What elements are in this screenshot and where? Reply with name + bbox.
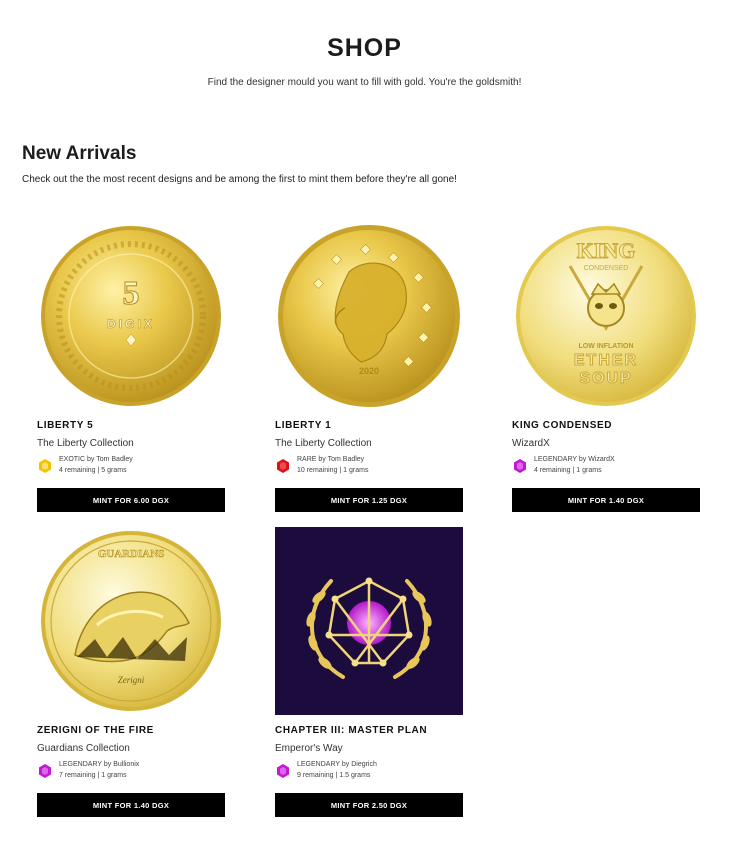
product-card-liberty-5: 5 DIGIX LIBERTY 5 The Liberty Collection… <box>37 222 225 512</box>
product-name[interactable]: KING CONDENSED <box>512 420 612 431</box>
hexagon-red-icon <box>277 459 289 473</box>
svg-text:2020: 2020 <box>359 366 379 376</box>
chapter-iii-image[interactable] <box>275 527 463 715</box>
product-rarity: LEGENDARY by Bullionix <box>59 761 140 768</box>
product-collection[interactable]: Guardians Collection <box>37 743 130 754</box>
product-collection[interactable]: The Liberty Collection <box>37 438 134 449</box>
svg-text:LOW INFLATION: LOW INFLATION <box>578 343 633 350</box>
product-rarity: LEGENDARY by Diegrich <box>297 761 377 768</box>
page-title: SHOP <box>327 34 402 62</box>
mint-button[interactable]: MINT FOR 6.00 DGX <box>37 488 225 512</box>
product-collection[interactable]: Emperor's Way <box>275 743 343 754</box>
product-meta: 9 remaining | 1.5 grams <box>297 772 371 779</box>
liberty-1-coin-image[interactable]: 2020 <box>275 222 463 410</box>
product-name[interactable]: LIBERTY 5 <box>37 420 93 431</box>
product-meta: 4 remaining | 1 grams <box>534 467 602 474</box>
product-name[interactable]: LIBERTY 1 <box>275 420 331 431</box>
hexagon-purple-icon <box>277 764 289 778</box>
product-rarity: EXOTIC by Tom Badley <box>59 456 133 463</box>
section-title: New Arrivals <box>22 143 137 164</box>
product-name[interactable]: ZERIGNI OF THE FIRE <box>37 725 154 736</box>
product-meta: 4 remaining | 5 grams <box>59 467 127 474</box>
svg-text:CONDENSED: CONDENSED <box>584 265 629 272</box>
product-card-zerigni-of-the-fire: GUARDIANS Zerigni ZERIGNI OF THE FIRE Gu… <box>37 527 225 817</box>
product-meta: 7 remaining | 1 grams <box>59 772 127 779</box>
svg-text:Zerigni: Zerigni <box>118 675 145 685</box>
svg-text:5: 5 <box>123 275 140 312</box>
hexagon-yellow-icon <box>39 459 51 473</box>
page-subtitle: Find the designer mould you want to fill… <box>207 77 522 88</box>
mint-button[interactable]: MINT FOR 1.40 DGX <box>512 488 700 512</box>
svg-text:SOUP: SOUP <box>579 370 632 387</box>
mint-button[interactable]: MINT FOR 1.25 DGX <box>275 488 463 512</box>
product-meta: 10 remaining | 1 grams <box>297 467 369 474</box>
mint-button[interactable]: MINT FOR 1.40 DGX <box>37 793 225 817</box>
product-rarity: LEGENDARY by WizardX <box>534 456 615 463</box>
product-card-king-condensed: KING CONDENSED LOW INFLATION ETHER SOUP … <box>512 222 700 512</box>
svg-text:ETHER: ETHER <box>574 352 638 369</box>
svg-text:GUARDIANS: GUARDIANS <box>98 548 165 560</box>
king-condensed-coin-image[interactable]: KING CONDENSED LOW INFLATION ETHER SOUP <box>512 222 700 410</box>
mint-button[interactable]: MINT FOR 2.50 DGX <box>275 793 463 817</box>
hexagon-purple-icon <box>514 459 526 473</box>
product-card-liberty-1: 2020 LIBERTY 1 The Liberty Collection RA… <box>275 222 463 512</box>
liberty-5-coin-image[interactable]: 5 DIGIX <box>37 222 225 410</box>
zerigni-coin-image[interactable]: GUARDIANS Zerigni <box>37 527 225 715</box>
svg-text:KING: KING <box>577 238 636 263</box>
svg-text:DIGIX: DIGIX <box>107 317 155 331</box>
section-description: Check out the the most recent designs an… <box>22 174 457 185</box>
hexagon-purple-icon <box>39 764 51 778</box>
product-name[interactable]: CHAPTER III: MASTER PLAN <box>275 725 427 736</box>
product-collection[interactable]: WizardX <box>512 438 550 449</box>
product-collection[interactable]: The Liberty Collection <box>275 438 372 449</box>
product-rarity: RARE by Tom Badley <box>297 456 365 463</box>
product-card-chapter-iii: CHAPTER III: MASTER PLAN Emperor's Way L… <box>275 527 463 817</box>
